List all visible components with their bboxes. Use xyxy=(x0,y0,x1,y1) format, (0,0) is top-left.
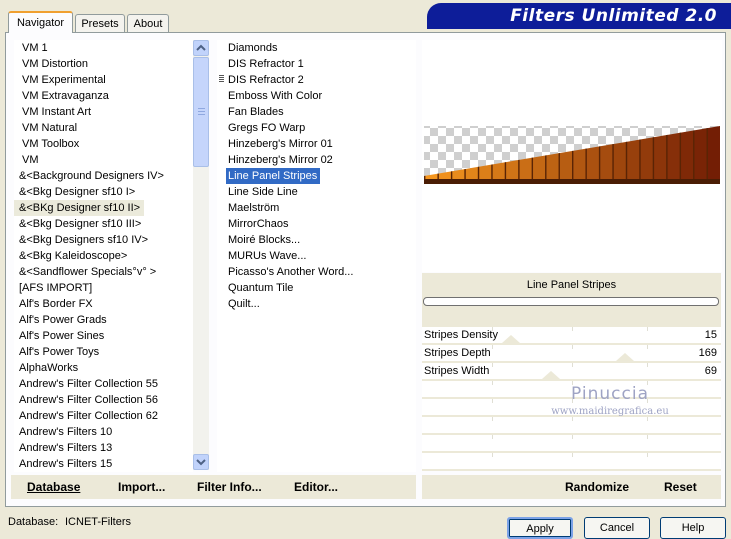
import-button[interactable]: Import... xyxy=(118,475,165,499)
filter-item[interactable]: Emboss With Color xyxy=(226,88,325,104)
filter-item[interactable]: Hinzeberg's Mirror 02 xyxy=(226,152,336,168)
parameter-empty-row xyxy=(422,417,721,434)
watermark-name: Pinuccia xyxy=(571,384,649,404)
apply-button[interactable]: Apply xyxy=(507,517,573,539)
filter-item[interactable]: MURUs Wave... xyxy=(226,248,309,264)
category-item[interactable]: Alf's Border FX xyxy=(14,296,97,312)
editor-button[interactable]: Editor... xyxy=(294,475,338,499)
category-item[interactable]: [AFS IMPORT] xyxy=(14,280,96,296)
category-item[interactable]: VM Instant Art xyxy=(14,104,95,120)
filter-item[interactable]: MirrorChaos xyxy=(226,216,292,232)
preview-image xyxy=(424,126,720,184)
parameter-value: 15 xyxy=(704,329,717,341)
tab-about[interactable]: About xyxy=(127,14,169,32)
right-action-bar: Randomize Reset xyxy=(422,475,721,499)
filter-item[interactable]: Quilt... xyxy=(226,296,263,312)
category-item[interactable]: &<Background Designers IV> xyxy=(14,168,168,184)
slider-thumb[interactable] xyxy=(502,335,521,343)
progress-bar xyxy=(423,297,719,306)
filter-item[interactable]: Fan Blades xyxy=(226,104,287,120)
slider-thumb[interactable] xyxy=(616,353,635,361)
category-item[interactable]: &<Bkg Designer sf10 I> xyxy=(14,184,139,200)
category-item[interactable]: &<Bkg Designer sf10 III> xyxy=(14,216,145,232)
category-item[interactable]: Alf's Power Toys xyxy=(14,344,103,360)
parameter-label: Stripes Depth xyxy=(424,347,491,359)
filter-item[interactable]: Line Side Line xyxy=(226,184,301,200)
category-item[interactable]: Andrew's Filters 13 xyxy=(14,440,116,456)
category-item[interactable]: &<Sandflower Specials°v° > xyxy=(14,264,160,280)
filter-item[interactable]: Picasso's Another Word... xyxy=(226,264,356,280)
slider-thumb[interactable] xyxy=(542,371,561,379)
chevron-up-icon xyxy=(196,44,206,51)
category-item[interactable]: VM xyxy=(14,152,43,168)
filter-item[interactable]: Quantum Tile xyxy=(226,280,296,296)
scroll-up-button[interactable] xyxy=(193,40,209,56)
category-item[interactable]: Andrew's Filter Collection 55 xyxy=(14,376,162,392)
category-item[interactable]: Andrew's Filters 10 xyxy=(14,424,116,440)
filter-item[interactable]: Line Panel Stripes xyxy=(226,168,321,184)
parameter-label: Stripes Density xyxy=(424,329,498,341)
category-item[interactable]: VM 1 xyxy=(14,40,52,56)
help-button[interactable]: Help xyxy=(660,517,726,539)
category-item[interactable]: Andrew's Filters 15 xyxy=(14,456,116,472)
parameter-empty-row xyxy=(422,453,721,470)
filter-item[interactable]: Maelström xyxy=(226,200,282,216)
parameter-slider[interactable]: Stripes Density 15 xyxy=(422,327,721,344)
parameter-slider[interactable]: Stripes Width 69 xyxy=(422,363,721,380)
category-item[interactable]: Alf's Power Grads xyxy=(14,312,111,328)
scroll-thumb[interactable] xyxy=(193,57,209,167)
category-item[interactable]: Andrew's Filter Collection 56 xyxy=(14,392,162,408)
category-item[interactable]: VM Distortion xyxy=(14,56,92,72)
category-scrollbar[interactable] xyxy=(193,40,209,470)
category-item[interactable]: VM Experimental xyxy=(14,72,110,88)
filter-item[interactable]: Gregs FO Warp xyxy=(226,120,308,136)
database-button[interactable]: Database xyxy=(27,475,80,499)
category-item[interactable]: Andrew's Filter Collection 62 xyxy=(14,408,162,424)
filter-item[interactable]: DIS Refractor 1 xyxy=(226,56,307,72)
category-list[interactable]: VM 1 VM Distortion VM Experimental VM Extra… xyxy=(14,40,193,472)
database-status-value: ICNET-Filters xyxy=(65,516,131,528)
category-item[interactable]: &<Bkg Designers sf10 IV> xyxy=(14,232,152,248)
category-item[interactable]: AlphaWorks xyxy=(14,360,82,376)
parameter-slider[interactable]: Stripes Depth 169 xyxy=(422,345,721,362)
parameter-value: 169 xyxy=(698,347,717,359)
database-status-label: Database: xyxy=(8,516,59,528)
marker-icon xyxy=(219,75,224,83)
filter-info-button[interactable]: Filter Info... xyxy=(197,475,262,499)
filter-name-label: Line Panel Stripes xyxy=(526,279,617,291)
preview-panel xyxy=(422,40,722,272)
parameter-label: Stripes Width xyxy=(424,365,490,377)
chevron-down-icon xyxy=(196,459,206,466)
category-item[interactable]: VM Toolbox xyxy=(14,136,83,152)
filter-item[interactable]: Diamonds xyxy=(226,40,281,56)
randomize-button[interactable]: Randomize xyxy=(565,475,629,499)
category-item[interactable]: VM Extravaganza xyxy=(14,88,113,104)
category-item[interactable]: &<BKg Designer sf10 II> xyxy=(14,200,145,216)
banner-title: Filters Unlimited 2.0 xyxy=(510,6,717,26)
category-item[interactable]: &<Bkg Kaleidoscope> xyxy=(14,248,131,264)
parameter-value: 69 xyxy=(704,365,717,377)
tab-navigator[interactable]: Navigator xyxy=(8,11,73,33)
reset-button[interactable]: Reset xyxy=(664,475,697,499)
category-item[interactable]: VM Natural xyxy=(14,120,81,136)
parameter-empty-row xyxy=(422,435,721,452)
filter-item[interactable]: Moiré Blocks... xyxy=(226,232,303,248)
filter-list[interactable]: Diamonds DIS Refractor 1 DIS Refractor 2 Em… xyxy=(217,40,416,472)
parameter-panel: Line Panel Stripes Stripes Density 15 Stri… xyxy=(422,273,721,471)
tab-presets[interactable]: Presets xyxy=(75,14,125,32)
category-item[interactable]: Alf's Power Sines xyxy=(14,328,108,344)
filter-item[interactable]: DIS Refractor 2 xyxy=(226,72,307,88)
watermark-url: www.maidiregrafica.eu xyxy=(551,406,669,417)
title-banner: Filters Unlimited 2.0 xyxy=(427,3,731,29)
left-action-bar: Database Import... Filter Info... Editor… xyxy=(11,475,416,499)
filter-item[interactable]: Hinzeberg's Mirror 01 xyxy=(226,136,336,152)
cancel-button[interactable]: Cancel xyxy=(584,517,650,539)
scroll-down-button[interactable] xyxy=(193,454,209,470)
